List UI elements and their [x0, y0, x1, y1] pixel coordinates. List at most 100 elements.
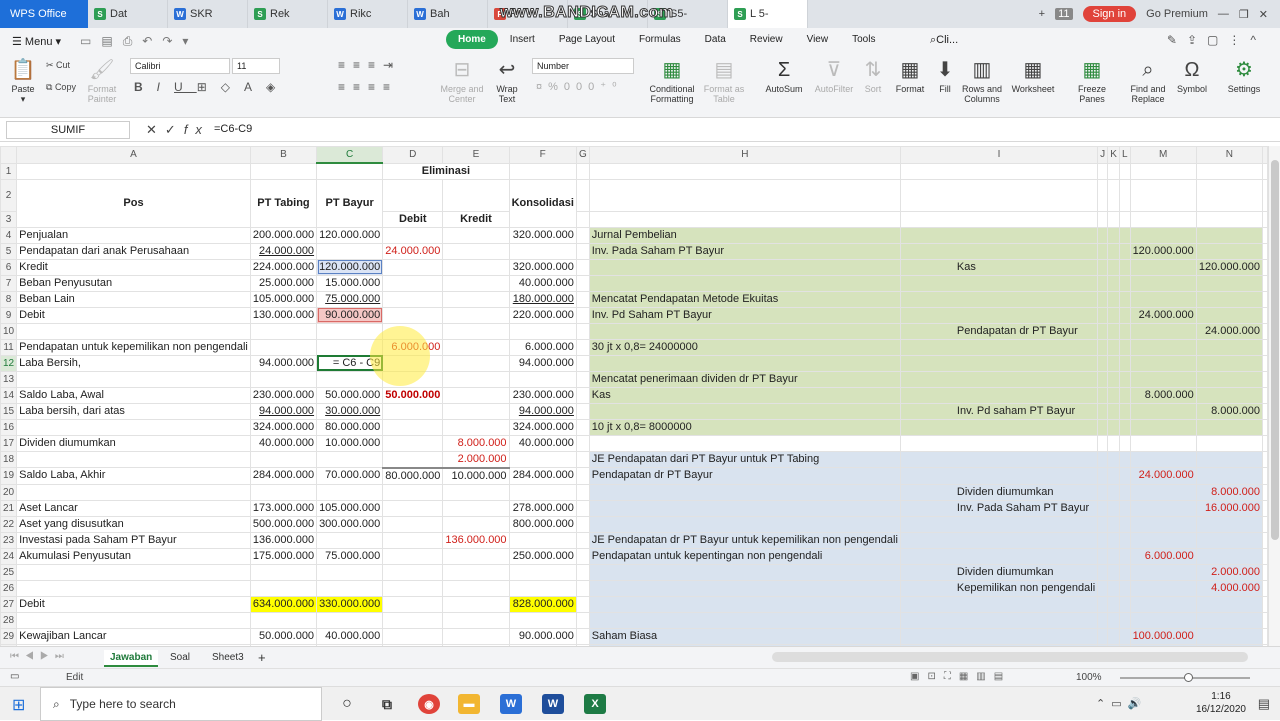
cell-h23[interactable]: JE Pendapatan dr PT Bayur untuk kepemili… [588, 531, 901, 549]
collapse-ribbon-icon[interactable]: ^ [1250, 33, 1266, 47]
cell-a13[interactable] [16, 370, 251, 388]
cell-a14[interactable]: Saldo Laba, Awal [16, 386, 251, 404]
column-header[interactable]: J [1097, 146, 1109, 164]
cell-k21[interactable] [1107, 499, 1120, 517]
cell-k5[interactable] [1107, 242, 1120, 260]
cell-h22[interactable] [588, 515, 901, 533]
cell-l1[interactable] [1118, 162, 1131, 180]
cell-i14[interactable] [899, 386, 1099, 404]
cell-e11[interactable] [442, 338, 510, 356]
row-header[interactable]: 15 [0, 402, 18, 420]
column-header[interactable]: G [575, 146, 590, 164]
row-header[interactable]: 26 [0, 579, 18, 597]
cell-e3[interactable]: Kredit [442, 210, 510, 228]
cell-l4[interactable] [1118, 226, 1131, 244]
cell-g15[interactable] [575, 402, 590, 420]
column-header[interactable]: M [1129, 146, 1197, 164]
cell-c13[interactable] [316, 370, 384, 388]
cell-a18[interactable] [16, 450, 251, 468]
cell-f27[interactable]: 828.000.000 [508, 595, 577, 613]
cell-h15[interactable] [588, 402, 901, 420]
cell-m28[interactable] [1129, 611, 1197, 629]
cell-l5[interactable] [1118, 242, 1131, 260]
cell-f25[interactable] [508, 563, 577, 581]
cell-a15[interactable]: Laba bersih, dari atas [16, 402, 251, 420]
cell-l22[interactable] [1118, 515, 1131, 533]
cell-g25[interactable] [575, 563, 590, 581]
cell-i13[interactable] [899, 370, 1099, 388]
cell-l18[interactable] [1118, 450, 1131, 468]
cell-c10[interactable] [316, 322, 384, 340]
cell-a2[interactable]: Pos [16, 178, 251, 228]
cell-i7[interactable] [899, 274, 1099, 292]
cell-j6[interactable] [1097, 258, 1109, 276]
cell-m2[interactable] [1129, 178, 1197, 212]
cell-h20[interactable] [588, 483, 901, 501]
system-tray-icons[interactable]: ⌃▭🔊 [1096, 697, 1147, 710]
cell-j19[interactable] [1097, 467, 1109, 485]
column-header[interactable]: C [316, 146, 384, 164]
cell-d25[interactable] [382, 563, 444, 581]
worksheet-button[interactable]: ▦ Worksheet [1008, 58, 1058, 94]
wrap-text-button[interactable]: ↩ Wrap Text [492, 58, 522, 104]
cell-n14[interactable] [1195, 386, 1264, 404]
cell-g12[interactable] [575, 354, 590, 372]
cell-e22[interactable] [442, 515, 510, 533]
column-header[interactable]: E [442, 146, 510, 164]
cell-d7[interactable] [382, 274, 444, 292]
cell-b19[interactable]: 284.000.000 [249, 467, 318, 485]
align-right-icon[interactable]: ≡ [368, 80, 383, 94]
conditional-formatting-button[interactable]: ▦ Conditional Formatting [646, 58, 698, 104]
cell-l28[interactable] [1118, 611, 1131, 629]
cell-c7[interactable]: 15.000.000 [316, 274, 384, 292]
cell-d6[interactable] [382, 258, 444, 276]
cell-n3[interactable] [1195, 210, 1264, 228]
cell-e20[interactable] [442, 483, 510, 501]
cell-h28[interactable] [588, 611, 901, 629]
cell-d3[interactable]: Debit [382, 210, 444, 228]
cell-e7[interactable] [442, 274, 510, 292]
row-header[interactable]: 13 [0, 370, 18, 388]
cell-k10[interactable] [1107, 322, 1120, 340]
cell-e5[interactable] [442, 242, 510, 260]
cell-i9[interactable] [899, 306, 1099, 324]
cell-n13[interactable] [1195, 370, 1264, 388]
row-header[interactable]: 29 [0, 627, 18, 645]
cell-k2[interactable] [1107, 178, 1120, 212]
ribbon-tab-review[interactable]: Review [738, 30, 795, 49]
cell-g23[interactable] [575, 531, 590, 549]
cell-n1[interactable] [1195, 162, 1264, 180]
cell-e13[interactable] [442, 370, 510, 388]
cut-button[interactable]: ✂ Cut [46, 60, 70, 71]
document-tab[interactable]: S Dat [88, 0, 168, 28]
cell-b23[interactable]: 136.000.000 [249, 531, 318, 549]
cell-f2[interactable]: Konsolidasi [508, 178, 577, 228]
cell-b9[interactable]: 130.000.000 [249, 306, 318, 324]
sheet-tab-jawaban[interactable]: Jawaban [104, 650, 159, 667]
cell-a26[interactable] [16, 579, 251, 597]
cell-i25[interactable]: Dividen diumumkan [899, 563, 1099, 581]
cell-f6[interactable]: 320.000.000 [508, 258, 577, 276]
format-as-table-button[interactable]: ▤ Format as Table [702, 58, 746, 104]
font-color-icon[interactable]: A [244, 80, 266, 94]
cell-b26[interactable] [249, 579, 318, 597]
cell-i29[interactable] [899, 627, 1099, 645]
cell-k26[interactable] [1107, 579, 1120, 597]
cell-i1[interactable] [899, 162, 1099, 180]
cell-b29[interactable]: 50.000.000 [249, 627, 318, 645]
cell-f20[interactable] [508, 483, 577, 501]
cell-h9[interactable]: Inv. Pd Saham PT Bayur [588, 306, 901, 324]
cell-i3[interactable] [899, 210, 1099, 228]
cell-m4[interactable] [1129, 226, 1197, 244]
cell-i6[interactable]: Kas [899, 258, 1099, 276]
row-header[interactable]: 25 [0, 563, 18, 581]
row-header[interactable]: 21 [0, 499, 18, 517]
column-header[interactable]: H [588, 146, 901, 164]
cell-g27[interactable] [575, 595, 590, 613]
row-header[interactable]: 20 [0, 483, 18, 501]
cell-g3[interactable] [575, 210, 590, 228]
column-header[interactable]: A [16, 146, 251, 164]
column-header[interactable]: D [382, 146, 444, 164]
cell-b14[interactable]: 230.000.000 [249, 386, 318, 404]
row-header[interactable]: 27 [0, 595, 18, 613]
